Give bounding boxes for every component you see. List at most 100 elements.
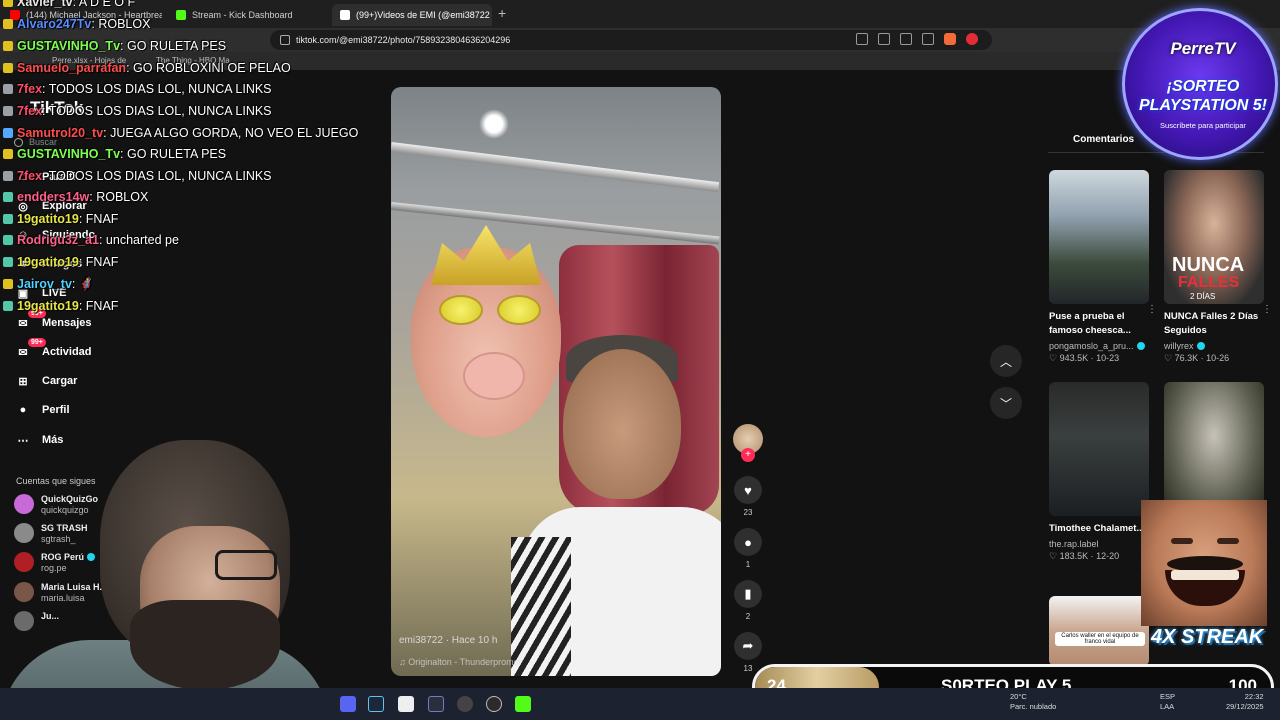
follow-plus-icon[interactable]: +	[741, 448, 755, 462]
laughing-meme-image	[1141, 500, 1267, 626]
chat-message: 19gatito19: FNAF	[3, 299, 118, 313]
verified-icon	[1136, 342, 1145, 350]
save-button[interactable]: ▮ 2	[733, 580, 763, 621]
tab-comentarios[interactable]: Comentarios	[1073, 134, 1134, 145]
video-title: Timothee Chalamet...	[1049, 523, 1145, 534]
chat-badge-icon	[3, 301, 13, 311]
chat-badge-icon	[3, 171, 13, 181]
post-time: · Hace 10 h	[445, 635, 498, 646]
chat-username: Rodrigu3z_a1	[17, 233, 99, 247]
nav-perfil[interactable]: ● Perfil	[16, 401, 70, 419]
video-author: pongamoslo_a_pru...	[1049, 341, 1134, 351]
sunglasses	[439, 295, 547, 327]
chat-separator: :	[42, 104, 49, 118]
suggested-video[interactable]: NUNCA FALLES 2 DÍAS NUNCA Falles 2 Días …	[1164, 170, 1272, 364]
more-options-icon[interactable]: ⋮	[1147, 304, 1157, 315]
clock[interactable]: 22:32 29/12/2025	[1226, 692, 1264, 712]
clock-date: 29/12/2025	[1226, 702, 1264, 711]
more-options-icon[interactable]: ⋮	[1262, 304, 1272, 315]
chat-badge-icon	[3, 279, 13, 289]
steam-icon[interactable]	[368, 696, 384, 712]
share-button[interactable]: ➦ 13	[733, 632, 763, 673]
suggested-video[interactable]: Puse a prueba el famoso cheesca... ponga…	[1049, 170, 1157, 364]
chat-badge-icon	[3, 128, 13, 138]
language-indicator[interactable]: ESP LAA	[1160, 692, 1175, 712]
video-thumbnail: Carlos waller en el equipo de franco vid…	[1049, 596, 1149, 666]
crown	[431, 225, 541, 285]
photo-post[interactable]: emi38722 · Hace 10 h ♫ Originalton - Thu…	[391, 87, 721, 676]
chat-message: 7fex: TODOS LOS DIAS LOL, NUNCA LINKS	[3, 82, 272, 96]
chat-message: Jairov_tv: 🦸	[3, 277, 94, 292]
weather-widget[interactable]: 20°C Parc. nublado	[1010, 692, 1056, 712]
app-icon[interactable]	[428, 696, 444, 712]
close-tab-icon[interactable]: ✕	[490, 9, 492, 22]
chat-text: ROBLOX	[96, 190, 149, 204]
chat-separator: :	[78, 255, 86, 269]
chat-message: 7fex: TODOS LOS DIAS LOL, NUNCA LINKS	[3, 169, 272, 183]
meme-eye	[1217, 538, 1239, 544]
screenshot-icon[interactable]	[878, 33, 890, 45]
suggested-video[interactable]: Carlos waller en el equipo de franco vid…	[1049, 596, 1149, 666]
chat-separator: :	[42, 82, 49, 96]
bookmark-icon: ▮	[734, 580, 762, 608]
nav-label: Perfil	[42, 404, 70, 416]
translate-icon[interactable]	[900, 33, 912, 45]
chat-separator: :	[120, 147, 127, 161]
chat-message: Alvaro247Tv: ROBLOX	[3, 17, 150, 31]
chat-separator: :	[78, 212, 86, 226]
chat-text: FNAF	[85, 299, 119, 313]
nav-cargar[interactable]: ⊞ Cargar	[16, 372, 77, 390]
profile-icon: ●	[19, 404, 27, 416]
chat-text: TODOS LOS DIAS LOL, NUNCA LINKS	[48, 169, 272, 183]
chat-badge-icon	[3, 214, 13, 224]
chat-message: 19gatito19: FNAF	[3, 212, 118, 226]
activity-badge: 99+	[28, 338, 46, 347]
upload-icon: ⊞	[18, 375, 28, 388]
chat-username: 19gatito19	[17, 212, 79, 226]
kick-studio-icon[interactable]	[515, 696, 531, 712]
unreal-icon[interactable]	[398, 696, 414, 712]
chat-separator: :	[71, 277, 79, 291]
meat-rail	[391, 202, 720, 245]
chat-badge-icon	[3, 63, 13, 73]
chat-text: TODOS LOS DIAS LOL, NUNCA LINKS	[48, 82, 272, 96]
chat-username: 7fex	[17, 169, 43, 183]
no-media-icon[interactable]	[856, 33, 868, 45]
previous-post-button[interactable]: ︿	[990, 345, 1022, 377]
meme-teeth	[1171, 570, 1239, 580]
chat-text: ROBLOX	[98, 17, 151, 31]
new-tab-button[interactable]: +	[498, 5, 506, 21]
suggested-video[interactable]: Timothee Chalamet... the.rap.label ♡ 183…	[1049, 382, 1149, 562]
comment-count: 1	[745, 560, 751, 569]
next-post-button[interactable]: ﹀	[990, 387, 1022, 419]
chat-badge-icon	[3, 257, 13, 267]
chat-text: FNAF	[85, 212, 119, 226]
brave-shield-icon[interactable]	[944, 33, 956, 45]
share-arrow-icon: ➦	[734, 632, 762, 660]
chat-username: Xavier_tv	[17, 0, 73, 9]
chat-username: Samuelo_parrafan	[17, 61, 127, 75]
chat-message: GUSTAVINHO_Tv: GO RULETA PES	[3, 39, 226, 53]
clock-time: 22:32	[1244, 692, 1264, 701]
nav-actividad[interactable]: ✉ 99+ Actividad	[16, 338, 92, 361]
post-author[interactable]: emi38722 · Hace 10 h	[399, 635, 497, 646]
discord-icon[interactable]	[340, 696, 356, 712]
share-icon[interactable]	[922, 33, 934, 45]
video-title: Puse a prueba el famoso cheesca...	[1049, 311, 1131, 336]
app-icon[interactable]	[486, 696, 502, 712]
chat-username: GUSTAVINHO_Tv	[17, 147, 121, 161]
like-button[interactable]: ♥ 23	[733, 476, 763, 517]
post-username: emi38722	[399, 635, 443, 646]
obs-icon[interactable]	[457, 696, 473, 712]
giveaway-line: PLAYSTATION 5!	[1139, 97, 1267, 114]
chat-text: FNAF	[85, 255, 119, 269]
chat-badge-icon	[3, 192, 13, 202]
comment-button[interactable]: ● 1	[733, 528, 763, 569]
suggested-video[interactable]	[1164, 382, 1264, 516]
post-music[interactable]: ♫ Originalton - Thunderpromot	[399, 657, 521, 667]
rewards-icon[interactable]	[966, 33, 978, 45]
chat-badge-icon	[3, 235, 13, 245]
streamer-webcam	[0, 440, 330, 720]
chat-separator: :	[42, 169, 49, 183]
chat-badge-icon	[3, 84, 13, 94]
